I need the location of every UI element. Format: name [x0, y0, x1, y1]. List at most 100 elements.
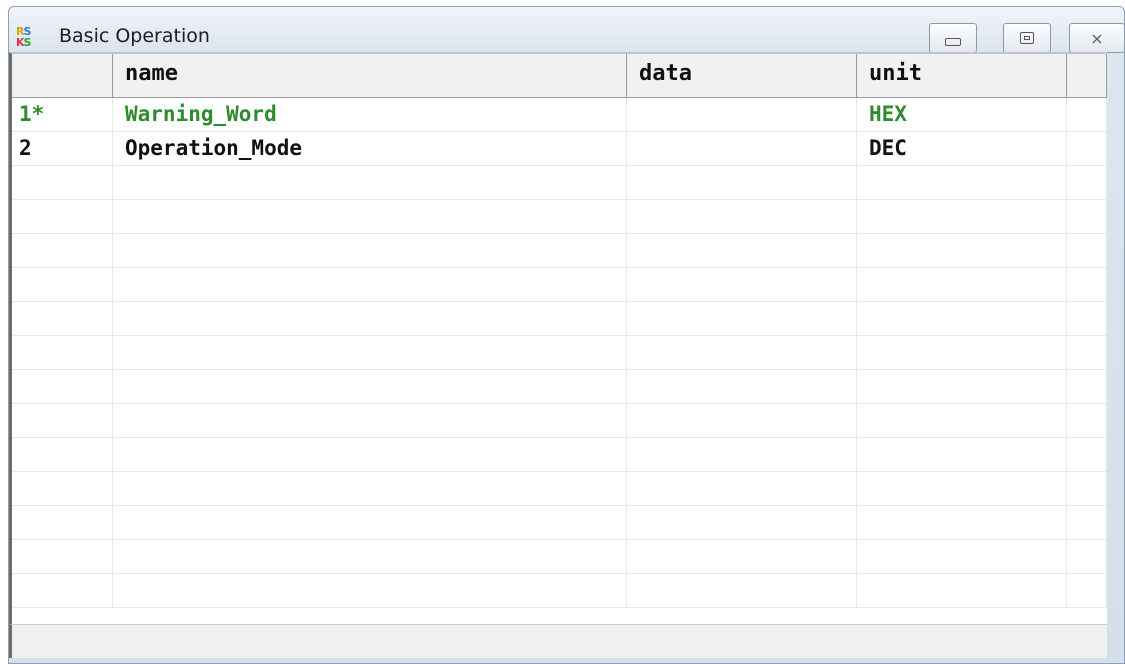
- unit-cell[interactable]: [857, 166, 1067, 199]
- row-index-cell[interactable]: [12, 336, 113, 369]
- data-cell[interactable]: [627, 336, 857, 369]
- table-row[interactable]: [12, 370, 1107, 404]
- name-cell[interactable]: [113, 472, 627, 505]
- spacer-cell: [1067, 506, 1107, 539]
- name-cell[interactable]: [113, 234, 627, 267]
- table-row[interactable]: [12, 574, 1107, 608]
- data-cell[interactable]: [627, 234, 857, 267]
- row-index-cell[interactable]: [12, 404, 113, 437]
- grid-header: name data unit: [12, 54, 1107, 98]
- table-row[interactable]: [12, 268, 1107, 302]
- unit-cell[interactable]: [857, 336, 1067, 369]
- unit-cell[interactable]: [857, 302, 1067, 335]
- row-index-cell[interactable]: [12, 268, 113, 301]
- unit-cell[interactable]: [857, 234, 1067, 267]
- data-cell[interactable]: [627, 302, 857, 335]
- spacer-cell: [1067, 98, 1107, 131]
- app-logo-icon: RS KS: [16, 25, 31, 49]
- row-index-cell[interactable]: [12, 506, 113, 539]
- close-button[interactable]: ⨯: [1069, 23, 1125, 53]
- table-row[interactable]: [12, 234, 1107, 268]
- spacer-cell: [1067, 234, 1107, 267]
- data-grid[interactable]: name data unit 1* Warning_Word HEX 2 Operati…: [9, 52, 1107, 624]
- table-row[interactable]: [12, 336, 1107, 370]
- table-row[interactable]: [12, 200, 1107, 234]
- column-header-unit[interactable]: unit: [857, 54, 1067, 97]
- data-cell[interactable]: [627, 506, 857, 539]
- row-index-cell[interactable]: 1*: [12, 98, 113, 131]
- name-cell[interactable]: [113, 336, 627, 369]
- unit-cell[interactable]: [857, 268, 1067, 301]
- spacer-cell: [1067, 268, 1107, 301]
- spacer-cell: [1067, 132, 1107, 165]
- spacer-cell: [1067, 302, 1107, 335]
- row-index-cell[interactable]: [12, 472, 113, 505]
- table-row[interactable]: [12, 166, 1107, 200]
- unit-cell[interactable]: [857, 438, 1067, 471]
- table-row[interactable]: [12, 404, 1107, 438]
- unit-cell[interactable]: [857, 404, 1067, 437]
- spacer-cell: [1067, 166, 1107, 199]
- unit-cell[interactable]: [857, 574, 1067, 607]
- unit-cell[interactable]: [857, 370, 1067, 403]
- data-cell[interactable]: [627, 166, 857, 199]
- name-cell[interactable]: [113, 574, 627, 607]
- name-cell[interactable]: [113, 302, 627, 335]
- table-row[interactable]: [12, 506, 1107, 540]
- data-cell[interactable]: [627, 404, 857, 437]
- column-header-index[interactable]: [12, 54, 113, 97]
- name-cell[interactable]: [113, 370, 627, 403]
- data-cell[interactable]: [627, 268, 857, 301]
- column-header-data[interactable]: data: [627, 54, 857, 97]
- row-index-cell[interactable]: [12, 200, 113, 233]
- name-cell[interactable]: [113, 506, 627, 539]
- name-cell[interactable]: [113, 200, 627, 233]
- table-row[interactable]: [12, 540, 1107, 574]
- row-index-cell[interactable]: [12, 574, 113, 607]
- table-row[interactable]: 1* Warning_Word HEX: [12, 98, 1107, 132]
- row-index-cell[interactable]: [12, 234, 113, 267]
- data-cell[interactable]: [627, 574, 857, 607]
- maximize-button[interactable]: [1003, 23, 1051, 53]
- maximize-icon: [1020, 32, 1034, 44]
- name-cell[interactable]: [113, 268, 627, 301]
- name-cell[interactable]: Warning_Word: [113, 98, 627, 131]
- row-index-cell[interactable]: [12, 438, 113, 471]
- unit-cell[interactable]: [857, 200, 1067, 233]
- unit-cell[interactable]: DEC: [857, 132, 1067, 165]
- column-header-name[interactable]: name: [113, 54, 627, 97]
- table-row[interactable]: [12, 438, 1107, 472]
- name-cell[interactable]: [113, 540, 627, 573]
- spacer-cell: [1067, 438, 1107, 471]
- spacer-cell: [1067, 472, 1107, 505]
- minimize-button[interactable]: [929, 23, 977, 53]
- unit-cell[interactable]: [857, 540, 1067, 573]
- name-cell[interactable]: [113, 438, 627, 471]
- unit-cell[interactable]: [857, 506, 1067, 539]
- data-cell[interactable]: [627, 472, 857, 505]
- data-cell[interactable]: [627, 438, 857, 471]
- table-row[interactable]: 2 Operation_Mode DEC: [12, 132, 1107, 166]
- spacer-cell: [1067, 370, 1107, 403]
- row-index-cell[interactable]: [12, 166, 113, 199]
- table-row[interactable]: [12, 472, 1107, 506]
- row-index-cell[interactable]: [12, 540, 113, 573]
- data-cell[interactable]: [627, 540, 857, 573]
- spacer-cell: [1067, 574, 1107, 607]
- column-header-spacer: [1067, 54, 1107, 97]
- table-row[interactable]: [12, 302, 1107, 336]
- data-cell[interactable]: [627, 200, 857, 233]
- row-index-cell[interactable]: [12, 302, 113, 335]
- name-cell[interactable]: [113, 166, 627, 199]
- name-cell[interactable]: [113, 404, 627, 437]
- unit-cell[interactable]: [857, 472, 1067, 505]
- row-index-cell[interactable]: [12, 370, 113, 403]
- row-index-cell[interactable]: 2: [12, 132, 113, 165]
- data-cell[interactable]: [627, 98, 857, 131]
- unit-cell[interactable]: HEX: [857, 98, 1067, 131]
- spacer-cell: [1067, 540, 1107, 573]
- title-bar[interactable]: RS KS Basic Operation ⨯: [9, 7, 1125, 57]
- data-cell[interactable]: [627, 132, 857, 165]
- name-cell[interactable]: Operation_Mode: [113, 132, 627, 165]
- data-cell[interactable]: [627, 370, 857, 403]
